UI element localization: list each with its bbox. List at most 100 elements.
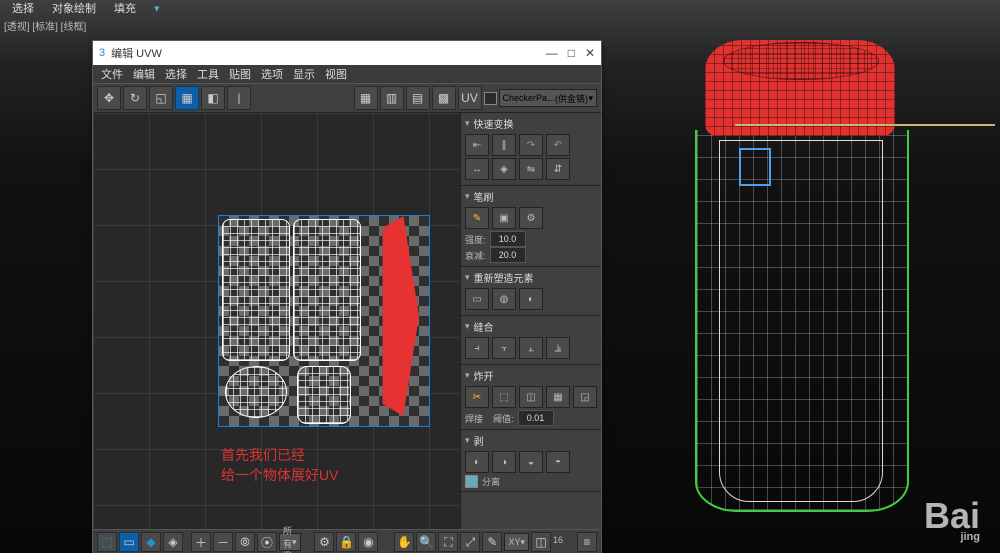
- peel-a-icon[interactable]: ◐: [465, 451, 489, 473]
- center-icon[interactable]: ◈: [492, 158, 516, 180]
- uv-shell-2[interactable]: [293, 219, 361, 361]
- relax-icon[interactable]: ◍: [492, 288, 516, 310]
- brush-icon[interactable]: ✎: [465, 207, 489, 229]
- peel-b-icon[interactable]: ◑: [492, 451, 516, 473]
- grid-c-icon[interactable]: ▤: [406, 86, 430, 110]
- panel-quick-transform: 快速变换 ⇤ ∥ ↷ ↶ ↔ ◈ ⇋ ⇵: [461, 113, 601, 186]
- minimize-button[interactable]: —: [546, 46, 558, 60]
- explode-e-icon[interactable]: ◲: [573, 386, 597, 408]
- grid-d-icon[interactable]: ▩: [432, 86, 456, 110]
- flip-v-icon[interactable]: ⇵: [546, 158, 570, 180]
- grid-b-icon[interactable]: ▥: [380, 86, 404, 110]
- lock-icon[interactable]: 🔒: [336, 532, 356, 552]
- break-icon[interactable]: ✂: [465, 386, 489, 408]
- explode-c-icon[interactable]: ◫: [519, 386, 543, 408]
- uvw-editor-window[interactable]: 3 编辑 UVW — □ ✕ 文件 编辑 选择 工具 贴图 选项 显示 视图 ✥…: [92, 40, 602, 553]
- uv-shell-3[interactable]: [225, 366, 287, 418]
- hand-tool[interactable]: ✋: [394, 532, 414, 552]
- pick-icon[interactable]: ◉: [358, 532, 378, 552]
- sel-vert-icon[interactable]: ⬚: [97, 532, 117, 552]
- menu-dropdown-icon[interactable]: ▾: [154, 0, 160, 18]
- falloff-input[interactable]: 20.0: [490, 247, 526, 263]
- threshold-input[interactable]: 0.01: [518, 410, 554, 426]
- expand-icon[interactable]: ≡: [577, 532, 597, 552]
- app-icon: 3: [99, 47, 105, 59]
- uv-shell-1[interactable]: [222, 219, 290, 361]
- maximize-button[interactable]: □: [568, 46, 575, 60]
- sel-ring-icon[interactable]: ⦾: [235, 532, 255, 552]
- object-bottle[interactable]: [695, 40, 905, 510]
- menu-display[interactable]: 显示: [293, 66, 315, 82]
- checker-map-dropdown[interactable]: CheckerPa...(供金铬)▾: [499, 89, 598, 107]
- sel-elem-icon[interactable]: ◈: [163, 532, 183, 552]
- strength-input[interactable]: 10.0: [490, 231, 526, 247]
- brush-tool[interactable]: 〡: [227, 86, 251, 110]
- panel-title: 快速变换: [474, 116, 514, 131]
- panel-brush: 笔刷 ✎ ▣ ⚙ 强度: 10.0 衰减: 20.0: [461, 186, 601, 267]
- uv-shell-4[interactable]: [297, 366, 351, 424]
- rotate-tool[interactable]: ↻: [123, 86, 147, 110]
- xy-dropdown[interactable]: XY▾: [504, 533, 529, 551]
- uv-toggle[interactable]: UV: [458, 86, 482, 110]
- menu-file[interactable]: 文件: [101, 66, 123, 82]
- brush-status-icon[interactable]: ✎: [482, 532, 502, 552]
- menu-select[interactable]: 选择: [12, 0, 34, 18]
- peel-d-icon[interactable]: ◓: [546, 451, 570, 473]
- zoom-fit-tool[interactable]: ⤢: [460, 532, 480, 552]
- bottle-inner-edge: [719, 140, 883, 502]
- sel-edge-icon[interactable]: ▭: [119, 532, 139, 552]
- menu-edit[interactable]: 编辑: [133, 66, 155, 82]
- zoom-region-tool[interactable]: ⛶: [438, 532, 458, 552]
- viewport-3d[interactable]: [600, 0, 1000, 553]
- reshape-icon[interactable]: ◐: [519, 288, 543, 310]
- main-menu: 选择 对象绘制 填充 ▾: [0, 0, 172, 18]
- sel-plus-icon[interactable]: ＋: [191, 532, 211, 552]
- move-tool[interactable]: ✥: [97, 86, 121, 110]
- grid-a-icon[interactable]: ▦: [354, 86, 378, 110]
- all-id-dropdown[interactable]: 所有 ID▾: [279, 533, 301, 551]
- uv-shell-selected[interactable]: [367, 216, 419, 416]
- explode-d-icon[interactable]: ▦: [546, 386, 570, 408]
- relax-brush-icon[interactable]: ▣: [492, 207, 516, 229]
- menu-view[interactable]: 视图: [325, 66, 347, 82]
- uv-space[interactable]: [219, 216, 429, 426]
- close-button[interactable]: ✕: [585, 46, 595, 60]
- rotate-cw-icon[interactable]: ↷: [519, 134, 543, 156]
- selection-box: [739, 148, 771, 186]
- align-h-icon[interactable]: ∥: [492, 134, 516, 156]
- align-left-icon[interactable]: ⇤: [465, 134, 489, 156]
- stitch-c-icon[interactable]: ⫠: [519, 337, 543, 359]
- menu-select2[interactable]: 选择: [165, 66, 187, 82]
- stitch-d-icon[interactable]: ⫡: [546, 337, 570, 359]
- stitch-a-icon[interactable]: ⫞: [465, 337, 489, 359]
- menu-tool[interactable]: 工具: [197, 66, 219, 82]
- peel-c-icon[interactable]: ◒: [519, 451, 543, 473]
- panel-title: 缝合: [474, 319, 494, 334]
- menu-fill[interactable]: 填充: [114, 0, 136, 18]
- mirror-tool[interactable]: ◧: [201, 86, 225, 110]
- zoom-tool[interactable]: 🔍: [416, 532, 436, 552]
- scale-tool[interactable]: ◱: [149, 86, 173, 110]
- zoom-value[interactable]: 16: [553, 535, 575, 549]
- sel-face-icon[interactable]: ◆: [141, 532, 161, 552]
- uvw-canvas[interactable]: 首先我们已经 给一个物体展好UV: [93, 113, 460, 529]
- window-titlebar[interactable]: 3 编辑 UVW — □ ✕: [93, 41, 601, 65]
- straighten-icon[interactable]: ▭: [465, 288, 489, 310]
- sel-minus-icon[interactable]: －: [213, 532, 233, 552]
- stitch-b-icon[interactable]: ⫟: [492, 337, 516, 359]
- panel-title: 笔刷: [474, 189, 494, 204]
- snap-icon[interactable]: ◫: [531, 532, 551, 552]
- brush-settings-icon[interactable]: ⚙: [519, 207, 543, 229]
- rotate-ccw-icon[interactable]: ↶: [546, 134, 570, 156]
- spread-h-icon[interactable]: ↔: [465, 158, 489, 180]
- menu-option[interactable]: 选项: [261, 66, 283, 82]
- freeform-tool[interactable]: ▦: [175, 86, 199, 110]
- checker-toggle[interactable]: [484, 92, 497, 105]
- options-icon[interactable]: ⚙: [314, 532, 334, 552]
- menu-obj-draw[interactable]: 对象绘制: [52, 0, 96, 18]
- flip-h-icon[interactable]: ⇋: [519, 158, 543, 180]
- sel-loop-icon[interactable]: ⦿: [257, 532, 277, 552]
- menu-map[interactable]: 贴图: [229, 66, 251, 82]
- explode-b-icon[interactable]: ⬚: [492, 386, 516, 408]
- separate-checkbox[interactable]: [465, 475, 478, 488]
